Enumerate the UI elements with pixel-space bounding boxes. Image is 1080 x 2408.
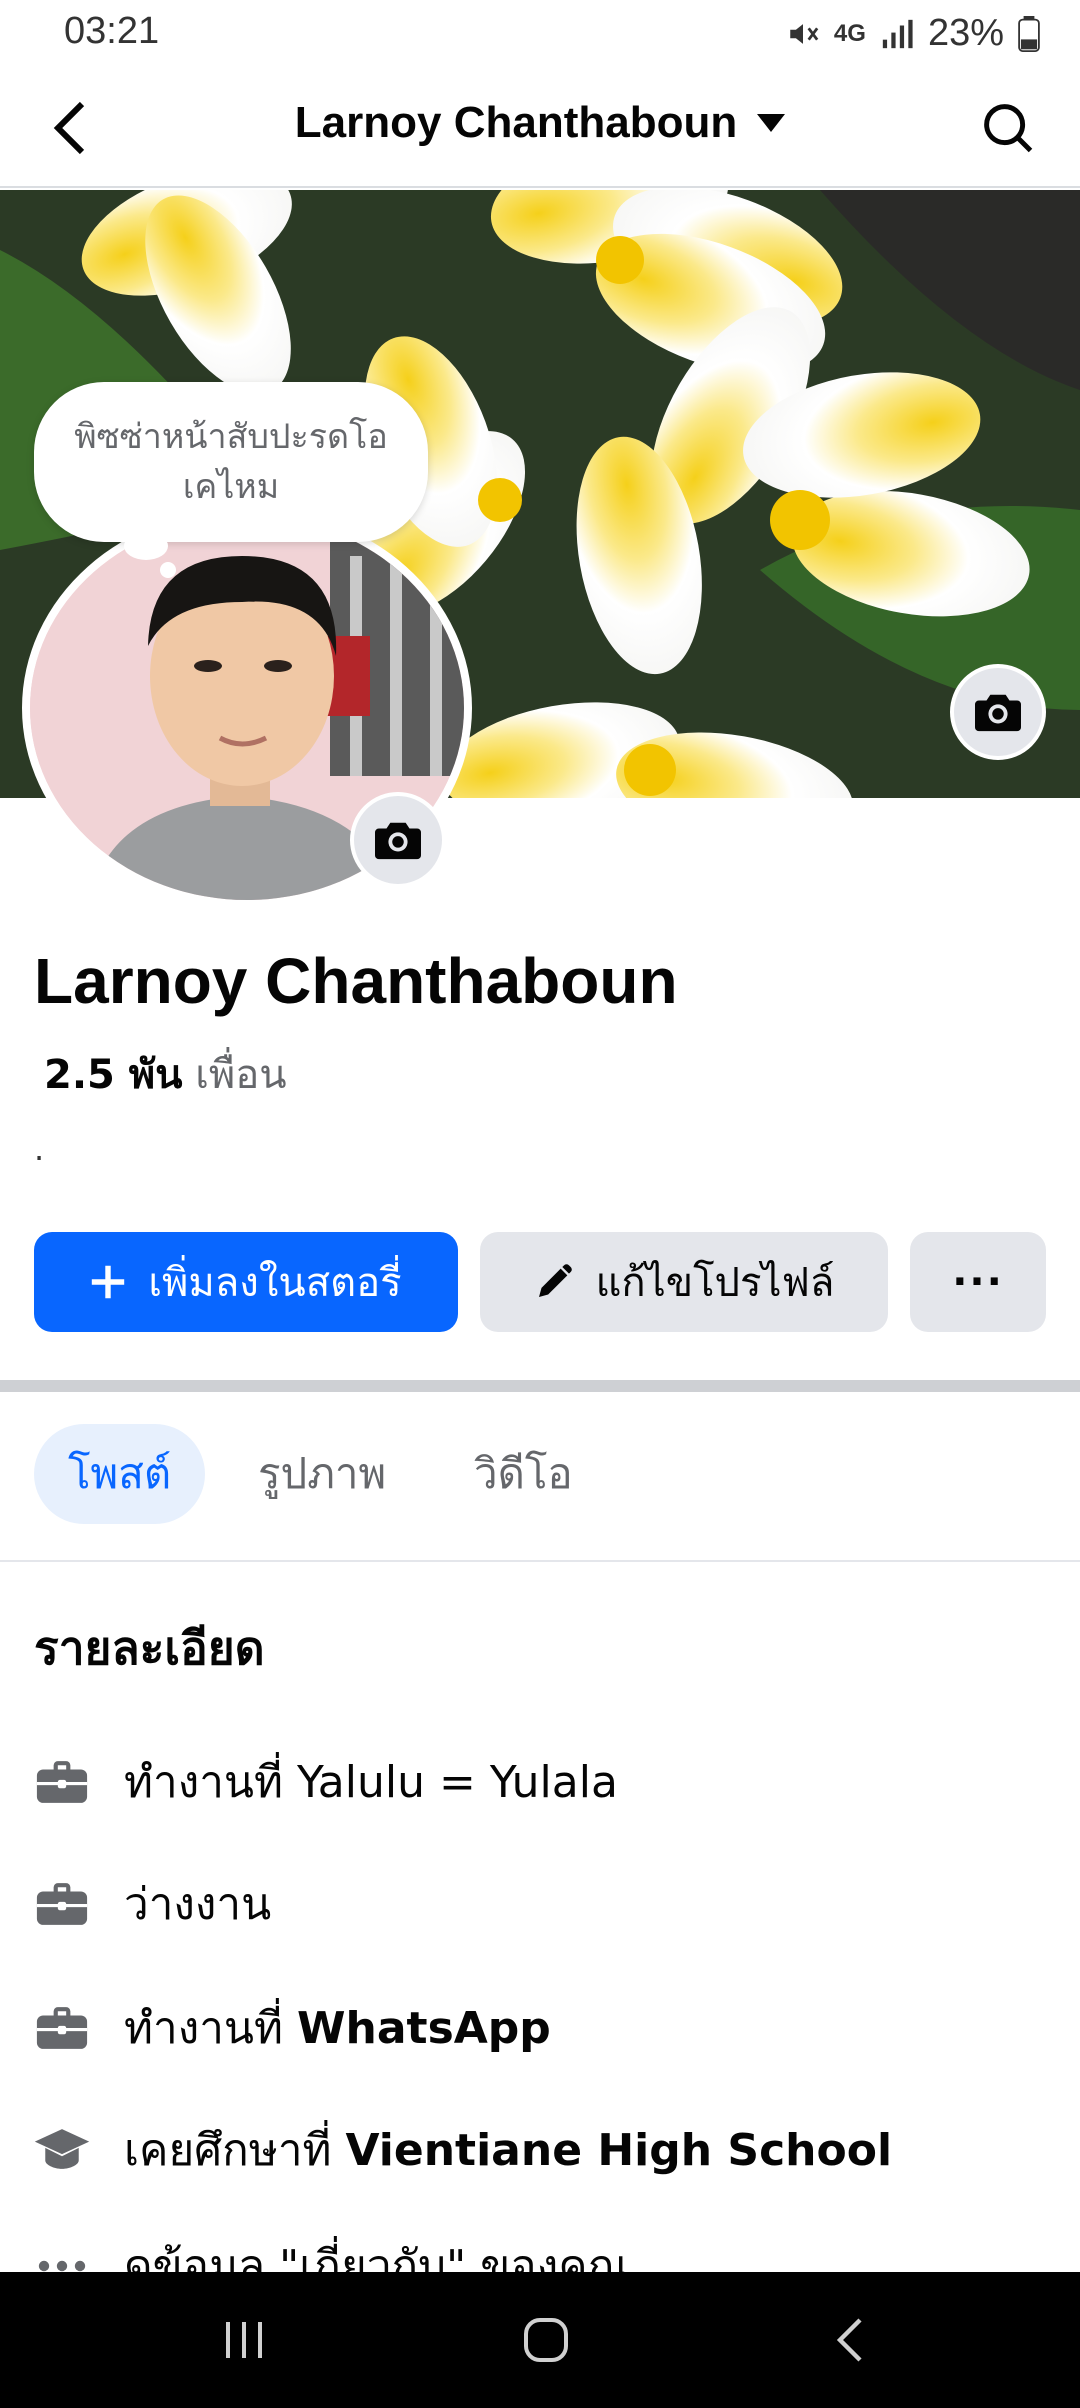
edit-profile-label: แก้ไขโปรไฟล์ [595, 1260, 835, 1306]
top-bar: Larnoy Chanthaboun [0, 72, 1080, 188]
detail-item-work-1: ทำงานที่ Yalulu = Yulala [34, 1742, 618, 1822]
status-bar: 03:21 4G 23% [0, 0, 1080, 72]
detail-text: เคยศึกษาที่ Vientiane High School [124, 2125, 893, 2176]
detail-item-education: เคยศึกษาที่ Vientiane High School [34, 2110, 892, 2190]
network-label: 4G [833, 19, 866, 47]
home-icon [524, 2318, 568, 2362]
battery-percent: 23% [927, 12, 1004, 54]
more-dots-icon: ··· [952, 1259, 1004, 1305]
briefcase-icon [34, 1876, 90, 1932]
caret-down-icon [757, 114, 786, 132]
home-button[interactable] [516, 2310, 576, 2370]
friends-label: เพื่อน [195, 1052, 287, 1098]
detail-text: ว่างงาน [124, 1879, 272, 1930]
tab-videos[interactable]: วิดีโอ [440, 1424, 607, 1524]
system-navigation-bar [0, 2272, 1080, 2408]
note-text: พิซซ่าหน้าสับปะรดโอเคไหม [74, 417, 388, 507]
edit-profile-button[interactable]: แก้ไขโปรไฟล์ [480, 1232, 888, 1332]
mute-icon [790, 23, 819, 44]
detail-text: ทำงานที่ Yalulu = Yulala [124, 1757, 618, 1808]
section-divider [0, 1380, 1080, 1392]
profile-tabs: โพสต์ รูปภาพ วิดีโอ [0, 1392, 1080, 1562]
details-heading: รายละเอียด [34, 1621, 265, 1675]
detail-item-work-2: ว่างงาน [34, 1864, 271, 1944]
profile-note-bubble[interactable]: พิซซ่าหน้าสับปะรดโอเคไหม [34, 382, 428, 542]
status-icons: 4G 23% [786, 12, 1040, 55]
bio-text: . [34, 1130, 45, 1168]
edit-profile-picture-button[interactable] [350, 792, 446, 888]
battery-icon [1018, 15, 1040, 52]
detail-text: ทำงานที่ WhatsApp [124, 2003, 551, 2054]
tab-photos[interactable]: รูปภาพ [224, 1424, 420, 1524]
status-time: 03:21 [64, 10, 160, 52]
add-to-story-button[interactable]: เพิ่มลงในสตอรี่ [34, 1232, 458, 1332]
plus-icon [92, 1265, 125, 1299]
tab-posts-label: โพสต์ [68, 1449, 172, 1498]
detail-item-work-3: ทำงานที่ WhatsApp [34, 1988, 551, 2068]
camera-icon [975, 694, 1021, 732]
more-options-button[interactable]: ··· [910, 1232, 1046, 1332]
note-bubble-tail [124, 532, 168, 560]
recent-apps-button[interactable] [214, 2310, 274, 2370]
pencil-icon [538, 1264, 572, 1297]
tab-photos-label: รูปภาพ [258, 1449, 387, 1498]
signal-icon [882, 19, 913, 48]
briefcase-icon [34, 2000, 90, 2056]
edit-cover-photo-button[interactable] [950, 664, 1046, 760]
tab-posts[interactable]: โพสต์ [34, 1424, 206, 1524]
system-back-button[interactable] [820, 2310, 880, 2370]
profile-name: Larnoy Chanthaboun [34, 945, 678, 1017]
search-icon [984, 104, 1033, 153]
top-title-text: Larnoy Chanthaboun [294, 98, 738, 147]
recent-apps-icon [226, 2322, 262, 2358]
note-bubble-tail-dot [160, 562, 176, 578]
friends-number: 2.5 พัน [44, 1052, 183, 1098]
friends-count[interactable]: 2.5 พัน เพื่อน [44, 1042, 287, 1106]
add-to-story-label: เพิ่มลงในสตอรี่ [148, 1260, 402, 1306]
search-button[interactable] [976, 96, 1040, 160]
back-icon [836, 2318, 862, 2362]
tab-videos-label: วิดีโอ [474, 1449, 573, 1498]
graduation-cap-icon [34, 2122, 90, 2178]
profile-switcher[interactable]: Larnoy Chanthaboun [0, 98, 1080, 148]
camera-icon [375, 822, 421, 860]
briefcase-icon [34, 1754, 90, 1810]
